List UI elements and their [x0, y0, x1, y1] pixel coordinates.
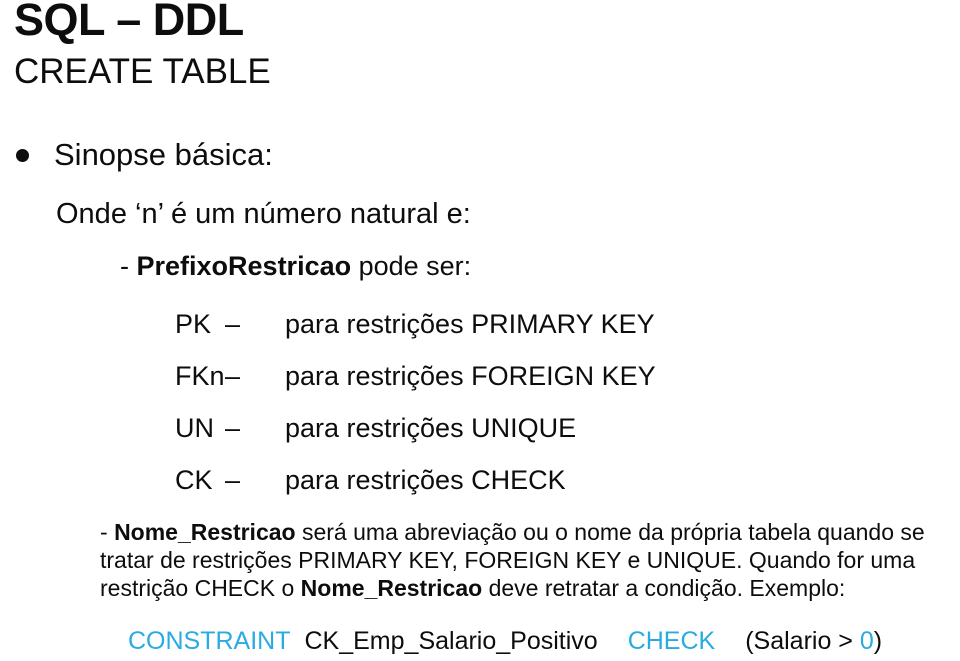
- prefixo-dash: -: [120, 251, 137, 281]
- prefix-code: UN: [175, 413, 214, 443]
- list-item: CK – para restrições CHECK: [175, 465, 656, 517]
- paragraph-dash: -: [100, 519, 115, 545]
- check-expression-value: 0: [859, 627, 874, 655]
- prefix-dash: –: [225, 361, 241, 391]
- explanation-paragraph: - Nome_Restricao será uma abreviação ou …: [100, 518, 960, 602]
- list-item: FKn – para restrições FOREIGN KEY: [175, 361, 656, 413]
- prefixo-rest: pode ser:: [351, 251, 472, 281]
- prefixo-term: PrefixoRestricao: [136, 251, 352, 281]
- prefix-code: PK: [175, 309, 212, 339]
- bullet-dot-icon: [16, 148, 29, 162]
- paragraph-term-2: Nome_Restricao: [300, 575, 483, 601]
- bullet-item-sinopse: Sinopse básica:: [16, 137, 273, 172]
- prefix-definition-list: PK – para restrições PRIMARY KEY FKn – p…: [175, 309, 656, 517]
- prefix-description: para restrições FOREIGN KEY: [285, 361, 656, 391]
- prefix-dash: –: [225, 413, 241, 443]
- list-item: UN – para restrições UNIQUE: [175, 413, 656, 465]
- constraint-name: CK_Emp_Salario_Positivo: [304, 627, 598, 655]
- page-title: SQL – DDL: [14, 0, 244, 45]
- bullet-item-label: Sinopse básica:: [54, 137, 273, 172]
- prefix-code: FKn: [175, 361, 225, 391]
- slide-canvas: SQL – DDL CREATE TABLE Sinopse básica: O…: [0, 0, 960, 661]
- prefix-dash: –: [225, 465, 241, 495]
- prefix-description: para restrições PRIMARY KEY: [285, 309, 655, 339]
- list-item: PK – para restrições PRIMARY KEY: [175, 309, 656, 361]
- paragraph-body-2: deve retratar a condição. Exemplo:: [482, 575, 846, 601]
- note-onde-n: Onde ‘n’ é um número natural e:: [56, 198, 471, 230]
- code-example: CONSTRAINT CK_Emp_Salario_Positivo CHECK (S…: [128, 627, 883, 656]
- prefix-description: para restrições UNIQUE: [285, 413, 577, 443]
- paragraph-term-1: Nome_Restricao: [114, 519, 296, 545]
- note-prefixo-restricao: - PrefixoRestricao pode ser:: [120, 251, 472, 282]
- prefix-code: CK: [175, 465, 213, 495]
- keyword-constraint: CONSTRAINT: [128, 627, 291, 655]
- prefix-description: para restrições CHECK: [285, 465, 566, 495]
- check-expression-close: ): [873, 627, 883, 655]
- prefix-dash: –: [225, 309, 241, 339]
- page-subtitle: CREATE TABLE: [14, 52, 271, 91]
- keyword-check: CHECK: [627, 627, 716, 655]
- check-expression-open: (Salario >: [745, 627, 860, 655]
